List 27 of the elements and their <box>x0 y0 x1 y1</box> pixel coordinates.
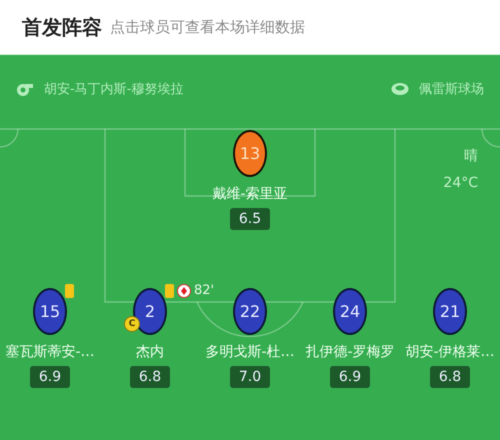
rating-badge: 6.9 <box>30 366 70 388</box>
player-number[interactable]: 24 <box>333 288 367 335</box>
player-name: 多明戈斯-杜… <box>205 343 295 361</box>
substitution-minute: 82' <box>194 283 214 298</box>
rating-badge: 6.9 <box>330 366 370 388</box>
temperature: 24°C <box>443 175 478 191</box>
player-name: 塞瓦斯蒂安-… <box>5 343 95 361</box>
captain-badge: C <box>124 316 140 332</box>
rating-badge: 6.8 <box>430 366 470 388</box>
player-name: 杰内 <box>136 343 164 361</box>
whistle-icon <box>16 81 34 97</box>
rating-badge: 7.0 <box>230 366 270 388</box>
player-name: 戴维-索里亚 <box>212 185 288 203</box>
player-number[interactable]: 22 <box>233 288 267 335</box>
weather-condition: 晴 <box>464 147 478 165</box>
player-number[interactable]: 15 <box>33 288 67 335</box>
rating-badge: 6.8 <box>130 366 170 388</box>
rating-badge: 6.5 <box>230 208 270 230</box>
referee-name: 胡安-马丁内斯-穆努埃拉 <box>44 81 184 98</box>
stadium-icon <box>391 81 409 97</box>
venue-name: 佩雷斯球场 <box>419 81 484 98</box>
section-title: 首发阵容 <box>22 14 102 40</box>
hint-text: 点击球员可查看本场详细数据 <box>110 18 305 36</box>
player-name: 胡安-伊格莱… <box>405 343 495 361</box>
substitution-icon <box>177 284 191 298</box>
player-name: 扎伊德-罗梅罗 <box>305 343 395 361</box>
player-number[interactable]: 21 <box>433 288 467 335</box>
